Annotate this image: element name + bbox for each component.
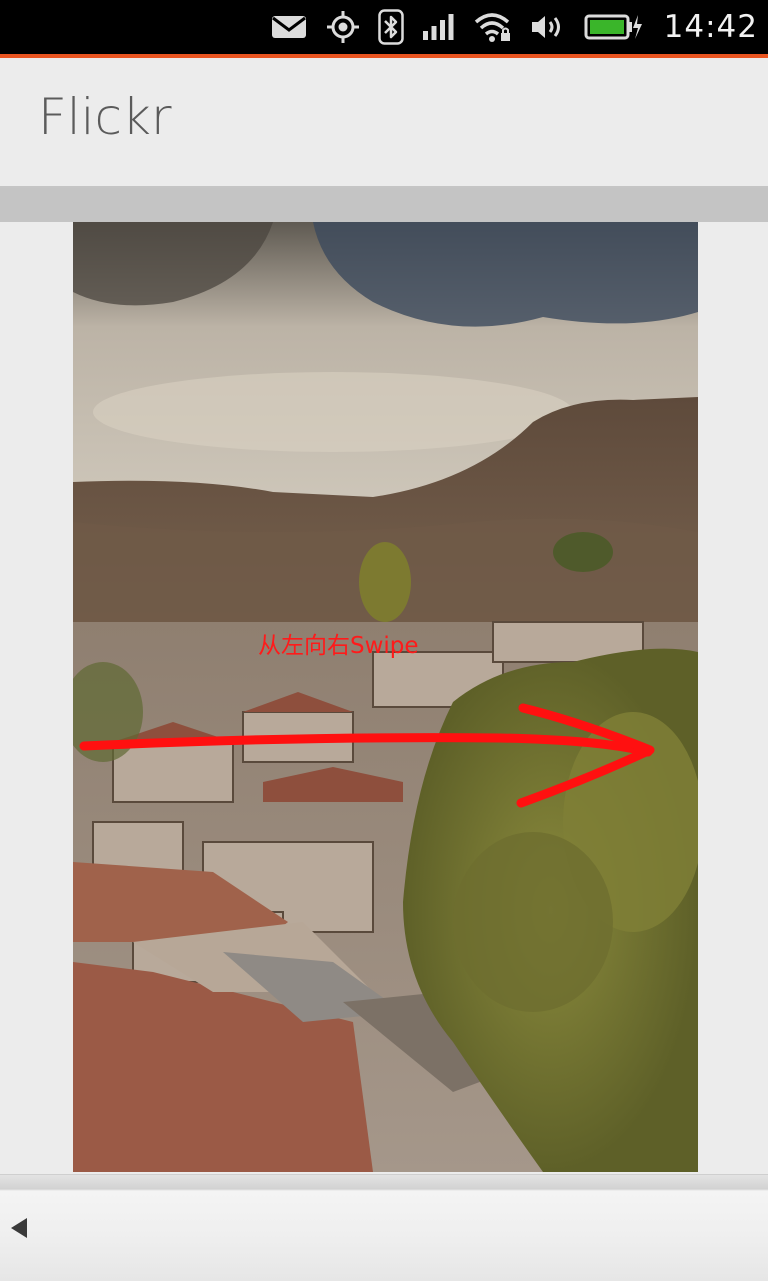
- volume-icon: [530, 12, 566, 42]
- signal-icon: [422, 13, 456, 41]
- clock: 14:42: [663, 9, 758, 45]
- photo[interactable]: [73, 222, 698, 1172]
- app-header: Flickr: [0, 58, 768, 188]
- location-icon: [326, 10, 360, 44]
- bluetooth-icon: [377, 9, 404, 45]
- header-divider-bar: [0, 188, 768, 222]
- mail-icon: [270, 13, 308, 41]
- back-triangle-icon: [11, 1218, 27, 1238]
- content-area[interactable]: 从左向右Swipe: [0, 222, 768, 1174]
- back-button[interactable]: [4, 1211, 34, 1245]
- bottom-toolbar: [0, 1174, 768, 1281]
- battery-charging-icon: [584, 12, 642, 42]
- status-bar: 14:42: [0, 0, 768, 58]
- status-icons: 14:42: [270, 0, 758, 54]
- swipe-instruction-label: 从左向右Swipe: [258, 633, 419, 659]
- page-title: Flickr: [38, 88, 172, 146]
- wifi-icon: [474, 11, 512, 43]
